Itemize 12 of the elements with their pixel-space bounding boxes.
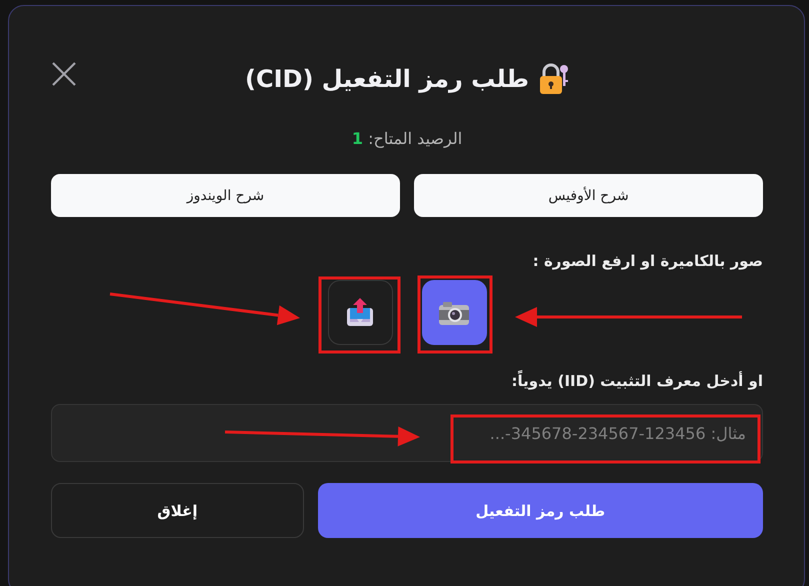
upload-button[interactable] xyxy=(328,280,392,345)
camera-button[interactable] xyxy=(422,280,486,345)
guide-button[interactable]: شرح الويندوز xyxy=(51,174,400,217)
lock-key-icon xyxy=(538,63,569,95)
close-button[interactable]: إغلاق xyxy=(51,483,304,538)
iid-label: او أدخل معرف التثبيت (IID) يدوياً: xyxy=(510,369,763,392)
request-button[interactable]: طلب رمز التفعيل xyxy=(318,483,763,538)
guide-button[interactable]: شرح الأوفيس xyxy=(414,174,763,217)
iid-input-field[interactable]: مثال: 123456-234567-345678-... xyxy=(51,404,763,462)
close-icon[interactable] xyxy=(51,61,77,87)
dialog-title: طلب رمز التفعيل (CID) xyxy=(245,65,529,93)
photo-label: صور بالكاميرة او ارفع الصورة : xyxy=(532,251,763,272)
